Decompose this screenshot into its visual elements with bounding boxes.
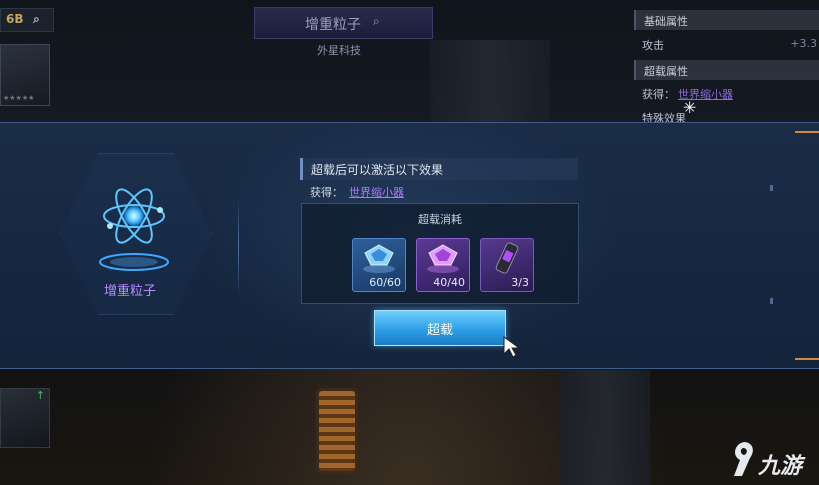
scroll-tick bbox=[770, 298, 773, 304]
upgrade-arrow-icon: ↑ bbox=[35, 389, 45, 402]
canister-icon bbox=[495, 242, 519, 274]
super-attr-header: 超载属性 bbox=[634, 60, 819, 80]
search-icon[interactable]: ⌕ bbox=[373, 14, 380, 29]
obtain-label: 获得： bbox=[310, 186, 343, 199]
title-bar[interactable]: 增重粒子 ⌕ bbox=[254, 7, 433, 39]
watermark-text: 九游 bbox=[758, 454, 803, 479]
background-structure bbox=[430, 40, 550, 130]
background-pod bbox=[316, 388, 358, 474]
star-rating: ★★★★★ bbox=[3, 94, 35, 102]
item-thumbnail[interactable]: ★★★★★ bbox=[0, 44, 50, 106]
attack-row: 攻击 +3.3 bbox=[642, 37, 817, 52]
divider bbox=[238, 197, 239, 297]
cost-title: 超载消耗 bbox=[418, 213, 462, 226]
watermark-logo-icon bbox=[734, 442, 753, 476]
purple-crystal-icon bbox=[427, 244, 459, 273]
edge-mark bbox=[795, 131, 819, 133]
overload-button[interactable]: 超载 bbox=[374, 310, 506, 346]
obtain-link[interactable]: 世界缩小器 bbox=[349, 186, 404, 199]
scroll-tick bbox=[770, 185, 773, 191]
base-attr-header: 基础属性 bbox=[634, 10, 819, 30]
atom-icon bbox=[99, 188, 169, 271]
page-title: 增重粒子 bbox=[305, 17, 361, 33]
badge-label: 6B bbox=[6, 12, 24, 26]
search-icon[interactable]: ⌕ bbox=[33, 12, 40, 27]
material-slot-purple-crystal[interactable]: 40/40 bbox=[416, 238, 470, 292]
edge-mark bbox=[795, 358, 819, 360]
top-left-badge[interactable]: 6B ⌕ bbox=[0, 8, 54, 32]
cost-panel: 超载消耗 60/60 40/40 3/3 bbox=[301, 203, 579, 304]
material-slot-canister[interactable]: 3/3 bbox=[480, 238, 534, 292]
material-slot-blue-crystal[interactable]: 60/60 bbox=[352, 238, 406, 292]
item-thumbnail[interactable]: ↑ bbox=[0, 388, 50, 448]
obtain-row: 获得： 世界缩小器 bbox=[310, 184, 404, 200]
blue-crystal-icon bbox=[363, 244, 395, 273]
page-subtitle: 外星科技 bbox=[317, 44, 361, 57]
item-name: 增重粒子 bbox=[104, 284, 157, 299]
attribute-panel: 基础属性 攻击 +3.3 超载属性 获得： 世界缩小器 特殊效果 bbox=[634, 10, 819, 125]
obtain-row: 获得： 世界缩小器 bbox=[642, 88, 733, 101]
crosshair-icon: ✳ bbox=[683, 98, 697, 117]
background-structure bbox=[560, 370, 650, 485]
effect-header: 超载后可以激活以下效果 bbox=[300, 158, 578, 180]
mouse-cursor-icon bbox=[503, 336, 521, 358]
